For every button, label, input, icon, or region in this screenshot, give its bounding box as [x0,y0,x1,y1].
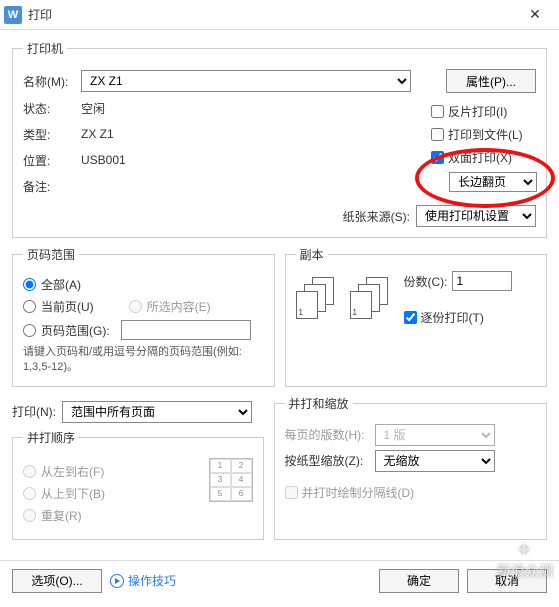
order-preview: 12 34 56 [209,458,253,502]
range-current-radio[interactable] [23,300,36,313]
duplex-row[interactable]: 双面打印(X) [431,149,536,166]
copies-count-input[interactable] [452,271,512,291]
collate-preview-a: 3 2 1 [296,277,342,323]
copies-group: 副本 3 2 1 3 2 1 份数(C): 逐份打印(T) [285,246,548,387]
page-range-group: 页码范围 全部(A) 当前页(U) 所选内容(E) 页码范围(G): 请键入页码… [12,246,275,387]
reverse-checkbox[interactable] [431,105,444,118]
order-tb-row: 从上到下(B) [23,485,199,502]
range-selection-row: 所选内容(E) [129,298,211,315]
range-hint: 请键入页码和/或用逗号分隔的页码范围(例如: 1,3,5-12)。 [23,345,264,376]
where-value: USB001 [81,153,126,167]
scale-select[interactable]: 无缩放 [375,450,495,472]
duplex-mode-select[interactable]: 长边翻页 [449,172,537,192]
print-what-select[interactable]: 范围中所有页面 [62,401,252,423]
order-repeat-row: 重复(R) [23,507,199,524]
dialog-body: 打印机 名称(M): ZX Z1 属性(P)... 状态:空闲 类型:ZX Z1… [0,30,559,558]
print-options-column: 反片打印(I) 打印到文件(L) 双面打印(X) 长边翻页 [431,97,536,192]
copies-legend: 副本 [296,246,328,263]
per-sheet-label: 每页的版数(H): [285,426,375,443]
copies-count-label: 份数(C): [404,273,448,290]
collate-checkbox[interactable] [404,311,417,324]
range-pages-row[interactable]: 页码范围(G): [23,320,264,340]
where-label: 位置: [23,152,81,169]
divider-row: 并打时绘制分隔线(D) [285,484,537,501]
options-button[interactable]: 选项(O)... [12,569,102,593]
range-pages-input[interactable] [121,320,251,340]
cancel-button[interactable]: 取消 [467,569,547,593]
ok-button[interactable]: 确定 [379,569,459,593]
scale-label: 按纸型缩放(Z): [285,452,375,469]
tips-link[interactable]: 操作技巧 [110,572,176,589]
order-tb-radio [23,487,36,500]
range-all-row[interactable]: 全部(A) [23,276,264,293]
comment-label: 备注: [23,178,81,195]
scale-group: 并打和缩放 每页的版数(H): 1 版 按纸型缩放(Z): 无缩放 并打时绘制分… [274,395,548,540]
print-to-file-row[interactable]: 打印到文件(L) [431,126,536,143]
printer-name-select[interactable]: ZX Z1 [81,70,411,92]
order-legend: 并打顺序 [23,429,79,446]
range-selection-radio [129,300,142,313]
range-all-radio[interactable] [23,278,36,291]
printer-legend: 打印机 [23,40,67,57]
type-value: ZX Z1 [81,127,114,141]
range-current-row[interactable]: 当前页(U) [23,298,94,315]
footer: 选项(O)... 操作技巧 确定 取消 [0,563,559,599]
per-sheet-select: 1 版 [375,424,495,446]
status-value: 空闲 [81,100,105,117]
collate-preview-b: 3 2 1 [350,277,396,323]
range-pages-radio[interactable] [23,324,36,337]
name-label: 名称(M): [23,73,81,90]
order-group: 并打顺序 从左到右(F) 从上到下(B) 重复(R) 12 34 56 [12,429,264,540]
properties-button[interactable]: 属性(P)... [446,69,536,93]
duplex-checkbox[interactable] [431,151,444,164]
app-icon: W [4,6,22,24]
paper-source-label: 纸张来源(S): [343,208,410,225]
scale-legend: 并打和缩放 [285,395,353,412]
divider-checkbox [285,486,298,499]
order-lr-radio [23,465,36,478]
reverse-print-row[interactable]: 反片打印(I) [431,103,536,120]
order-lr-row: 从左到右(F) [23,463,199,480]
titlebar: W 打印 ✕ [0,0,559,30]
print-what-label: 打印(N): [12,403,56,420]
to-file-checkbox[interactable] [431,128,444,141]
range-legend: 页码范围 [23,246,79,263]
order-repeat-radio [23,509,36,522]
collate-row[interactable]: 逐份打印(T) [404,309,537,326]
paper-source-select[interactable]: 使用打印机设置 [416,205,536,227]
printer-group: 打印机 名称(M): ZX Z1 属性(P)... 状态:空闲 类型:ZX Z1… [12,40,547,238]
window-title: 打印 [28,6,515,23]
type-label: 类型: [23,126,81,143]
status-label: 状态: [23,100,81,117]
close-button[interactable]: ✕ [515,1,555,29]
play-icon [110,574,124,588]
